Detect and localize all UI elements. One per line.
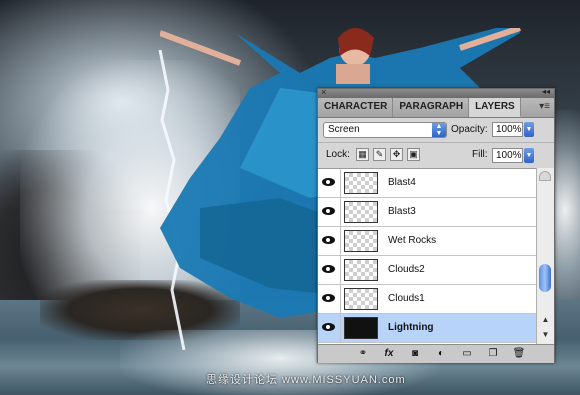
tab-layers[interactable]: LAYERS bbox=[469, 98, 521, 117]
scroll-up-icon[interactable]: ▲ bbox=[539, 313, 552, 326]
delete-layer-icon[interactable]: 🗑 bbox=[512, 347, 526, 360]
link-layers-icon[interactable]: ⚭ bbox=[354, 347, 372, 360]
layer-row[interactable]: Blast4 bbox=[318, 169, 536, 198]
lock-all-icon[interactable]: ▣ bbox=[407, 148, 420, 161]
layer-row[interactable]: Wet Rocks bbox=[318, 227, 536, 256]
visibility-toggle[interactable] bbox=[318, 198, 341, 226]
layer-thumbnail bbox=[344, 259, 378, 281]
layer-name: Clouds2 bbox=[388, 264, 425, 275]
layer-row-selected[interactable]: Lightning bbox=[318, 314, 536, 343]
blend-mode-select[interactable]: Screen ▲ ▼ bbox=[323, 122, 447, 138]
panel-tabs: CHARACTER PARAGRAPH LAYERS ▾≡ bbox=[318, 98, 554, 118]
lock-position-icon[interactable]: ✥ bbox=[390, 148, 403, 161]
fill-dropdown-icon[interactable]: ▼ bbox=[524, 148, 534, 163]
eye-icon bbox=[322, 265, 335, 273]
visibility-toggle[interactable] bbox=[318, 169, 341, 197]
watermark-text: 思缘设计论坛 www.MISSYUAN.com bbox=[206, 374, 406, 386]
layer-name: Clouds1 bbox=[388, 293, 425, 304]
eye-icon bbox=[322, 236, 335, 244]
layer-thumbnail bbox=[344, 230, 378, 252]
collapse-icon[interactable]: ◂◂ bbox=[542, 87, 550, 96]
opacity-field[interactable]: 100% bbox=[492, 122, 523, 137]
adjustment-layer-icon[interactable]: ◐ bbox=[434, 347, 448, 360]
layer-row[interactable]: Blast3 bbox=[318, 198, 536, 227]
visibility-toggle[interactable] bbox=[318, 314, 341, 342]
scrollbar-thumb[interactable] bbox=[539, 264, 551, 292]
fx-icon[interactable]: fx bbox=[380, 347, 398, 360]
fill-label: Fill: bbox=[472, 149, 488, 160]
layers-panel: × ◂◂ CHARACTER PARAGRAPH LAYERS ▾≡ Scree… bbox=[317, 87, 555, 363]
close-icon[interactable]: × bbox=[321, 87, 326, 97]
opacity-label: Opacity: bbox=[451, 124, 488, 135]
visibility-toggle[interactable] bbox=[318, 227, 341, 255]
eye-icon bbox=[322, 207, 335, 215]
fill-field[interactable]: 100% bbox=[492, 148, 523, 163]
lock-transparent-icon[interactable]: ▦ bbox=[356, 148, 369, 161]
visibility-toggle[interactable] bbox=[318, 256, 341, 284]
layer-name: Lightning bbox=[388, 322, 434, 333]
layer-name: Blast4 bbox=[388, 177, 416, 188]
layer-thumbnail bbox=[344, 201, 378, 223]
scroll-down-icon[interactable]: ▼ bbox=[539, 328, 552, 341]
layer-row[interactable]: Clouds1 bbox=[318, 285, 536, 314]
panel-titlebar[interactable]: × ◂◂ bbox=[318, 87, 554, 98]
add-mask-icon[interactable]: ◙ bbox=[408, 347, 422, 360]
layer-thumbnail bbox=[344, 317, 378, 339]
layers-toolbar: ⚭ fx ◙ ◐ ▭ ❐ 🗑 bbox=[318, 344, 554, 363]
eye-icon bbox=[322, 294, 335, 302]
layer-name: Blast3 bbox=[388, 206, 416, 217]
blend-mode-value: Screen bbox=[328, 124, 360, 135]
lock-row: Lock: ▦ ✎ ✥ ▣ Fill: 100% ▼ bbox=[318, 142, 554, 167]
tab-paragraph[interactable]: PARAGRAPH bbox=[393, 98, 470, 117]
opacity-dropdown-icon[interactable]: ▼ bbox=[524, 122, 534, 137]
select-arrows-icon: ▲ ▼ bbox=[432, 123, 446, 137]
layer-thumbnail bbox=[344, 172, 378, 194]
layer-name: Wet Rocks bbox=[388, 235, 437, 246]
panel-menu-icon[interactable]: ▾≡ bbox=[539, 101, 550, 112]
new-layer-icon[interactable]: ❐ bbox=[486, 347, 500, 360]
layers-list: Blast4 Blast3 Wet Rocks Clouds2 Clouds1 … bbox=[318, 168, 536, 345]
layer-row[interactable]: Clouds2 bbox=[318, 256, 536, 285]
blend-row: Screen ▲ ▼ Opacity: 100% ▼ bbox=[318, 118, 554, 142]
layers-scrollbar[interactable]: ▲ ▼ bbox=[536, 168, 554, 344]
layer-thumbnail bbox=[344, 288, 378, 310]
lock-image-icon[interactable]: ✎ bbox=[373, 148, 386, 161]
new-group-icon[interactable]: ▭ bbox=[460, 347, 474, 360]
eye-icon bbox=[322, 323, 335, 331]
eye-icon bbox=[322, 178, 335, 186]
lock-label: Lock: bbox=[326, 149, 350, 160]
tab-character[interactable]: CHARACTER bbox=[318, 98, 394, 117]
scrollbar-top-cap bbox=[539, 171, 551, 181]
visibility-toggle[interactable] bbox=[318, 285, 341, 313]
